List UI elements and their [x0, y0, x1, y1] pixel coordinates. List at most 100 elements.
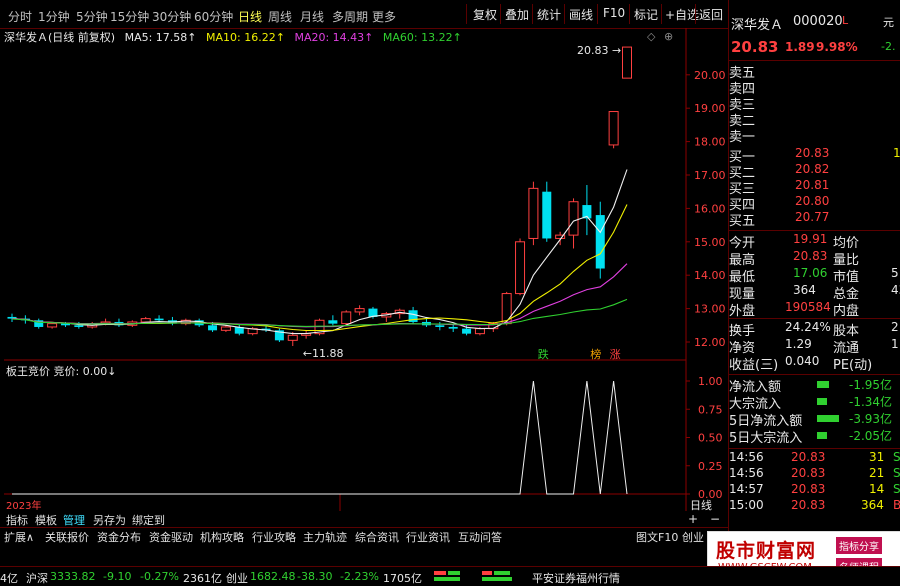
tab-related-quotes[interactable]: 关联报价 [45, 529, 89, 545]
fin-value: 0.040 [785, 354, 820, 368]
bid-price: 20.80 [795, 194, 830, 208]
low-price-label: ←11.88 [303, 347, 344, 360]
cy-index-amount: 1705亿 [383, 572, 422, 585]
tick-row: 14:56 20.83 21 S [729, 466, 900, 483]
candle-body [542, 191, 552, 239]
bid-row: 买五 20.77 [729, 210, 900, 229]
y-tick-label: 16.00 [694, 202, 726, 215]
candle-body [435, 325, 445, 327]
tick-row: 14:56 20.83 31 S [729, 450, 900, 467]
tab-industry-news[interactable]: 行业资讯 [406, 529, 450, 545]
candle-body [154, 318, 164, 321]
flow-bar [817, 415, 839, 422]
candle-body [74, 325, 84, 327]
sh-index-name[interactable]: 沪深 [26, 570, 48, 586]
bid-price: 20.83 [795, 146, 830, 160]
flow-row: 大宗流入 -1.34亿 [729, 393, 900, 412]
y-tick-label: 13.00 [694, 303, 726, 316]
fin-row: 换手 24.24% 股本 2 [729, 320, 900, 339]
tab-expand[interactable]: 扩展∧ [4, 529, 34, 545]
tick-price: 20.83 [791, 466, 826, 480]
bid-row: 买四 20.80 [729, 194, 900, 213]
candle-body [528, 187, 539, 239]
bid-label: 买五 [729, 214, 756, 229]
tick-time: 14:57 [729, 482, 764, 496]
tab-manage[interactable]: 管理 [63, 512, 85, 528]
flow-row: 5日净流入额 -3.93亿 [729, 410, 900, 429]
stat-row: 最低 17.06 市值 5 [729, 266, 900, 285]
tab-fund-distribution[interactable]: 资金分布 [97, 529, 141, 545]
tick-volume: 31 [869, 450, 885, 464]
tab-institution[interactable]: 机构攻略 [200, 529, 244, 545]
tab-f10[interactable]: 图文F10 [636, 529, 678, 545]
tab-main-track[interactable]: 主力轨迹 [303, 529, 347, 545]
candle-body [287, 334, 298, 341]
tab-bind-to[interactable]: 绑定到 [132, 512, 165, 528]
flow-row: 5日大宗流入 -2.05亿 [729, 427, 900, 446]
flow-bar [817, 381, 829, 388]
tab-general-news[interactable]: 综合资讯 [355, 529, 399, 545]
ask-row: 卖四 [729, 78, 900, 97]
stat-row: 最高 20.83 量比 [729, 249, 900, 268]
candle-body [462, 328, 472, 334]
ask-row: 卖二 [729, 110, 900, 129]
candle-body [328, 320, 338, 324]
stats-box: 今开19.91均价最高20.83量比最低17.06市值5现量364总金43 外盘 1… [729, 230, 900, 319]
tab-qa[interactable]: 互动问答 [458, 529, 502, 545]
candle-body [208, 325, 218, 331]
tab-industry-strategy[interactable]: 行业攻略 [252, 529, 296, 545]
ask-row: 卖五 [729, 62, 900, 81]
bid-row: 买一 20.83 1 [729, 146, 900, 165]
fin-value: 24.24% [785, 320, 831, 334]
cy-index-pct: -2.23% [340, 570, 379, 583]
tab-save-as[interactable]: 另存为 [93, 512, 126, 528]
fin-row: 净资 1.29 流通 1 [729, 337, 900, 356]
y-tick-label: 14.00 [694, 269, 726, 282]
candle-body [595, 215, 605, 269]
candle-body [354, 308, 365, 313]
stock-code: 000020 [793, 14, 843, 29]
stat-value: 364 [793, 283, 816, 297]
sh-index-amount: 2361亿 [183, 572, 222, 585]
cy-index-change: -38.30 [297, 570, 333, 583]
indicator-tabs: 指标 模板 管理 另存为 绑定到 [0, 511, 728, 527]
flow-value: -1.34亿 [849, 395, 893, 409]
market-breadth-icon-2 [482, 571, 522, 581]
tab-template[interactable]: 模板 [35, 512, 57, 528]
flow-bar [817, 398, 827, 405]
kline-chart[interactable]: 20.83 → ←11.88 跌 榜涨 20.00 19.00 18.00 17.00 16.… [0, 0, 728, 511]
fin-value: 1.29 [785, 337, 812, 351]
bid-volume: 1 [893, 146, 900, 160]
candle-body [474, 328, 485, 335]
stat-row: 今开 19.91 均价 [729, 232, 900, 251]
fin-value-2: 2 [891, 320, 899, 334]
corner-value: -2. [881, 40, 896, 53]
stat-value: 190584 [785, 300, 831, 314]
tick-volume: 14 [869, 482, 885, 496]
stat-value: 20.83 [793, 249, 828, 263]
quote-panel: 深华发Ａ 000020 L 元 20.83 1.89 9.98% -2. 卖五卖… [707, 0, 900, 585]
bid-row: 买三 20.81 [729, 178, 900, 197]
fin-label-2: PE(动) [833, 358, 873, 373]
sh-index-pct: -0.27% [140, 570, 179, 583]
y-tick-label: 18.00 [694, 136, 726, 149]
tick-flag: S [893, 450, 900, 464]
fund-flow-box: 净流入额 -1.95亿 大宗流入 -1.34亿 5日净流入额 -3.93亿 5日大宗流入 -2… [729, 374, 900, 447]
tab-chuangye[interactable]: 创业 [682, 529, 704, 545]
tab-fund-drive[interactable]: 资金驱动 [149, 529, 193, 545]
year-label: 2023年 [6, 501, 42, 512]
candle-body [568, 201, 579, 236]
candle-body [515, 241, 526, 295]
bid-price: 20.77 [795, 210, 830, 224]
tab-indicator[interactable]: 指标 [6, 512, 28, 528]
sub-indicator-value: 竞价: 0.00↓ [53, 365, 117, 378]
cy-index-name[interactable]: 创业 [226, 570, 248, 586]
market-breadth-icon [434, 571, 478, 581]
bid-row: 买二 20.82 [729, 162, 900, 181]
tick-time: 14:56 [729, 450, 764, 464]
tick-time: 15:00 [729, 498, 764, 512]
stock-header: 深华发Ａ 000020 L 元 [729, 14, 900, 33]
extension-tabs: 扩展∧ 关联报价 资金分布 资金驱动 机构攻略 行业攻略 主力轨迹 综合资讯 行… [0, 527, 728, 545]
tick-volume: 21 [869, 466, 885, 480]
y-tick-label: 12.00 [694, 336, 726, 349]
